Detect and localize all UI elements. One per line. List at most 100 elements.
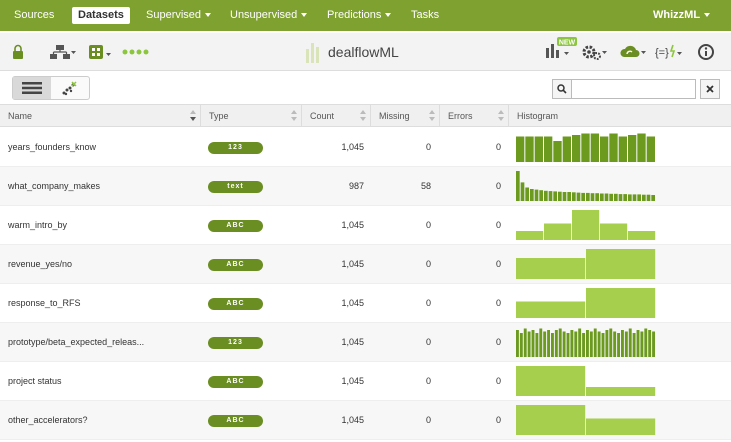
nav-sources[interactable]: Sources	[12, 7, 56, 24]
histogram-svg	[516, 171, 655, 201]
nav-supervised[interactable]: Supervised	[144, 7, 213, 24]
histogram-bar	[553, 191, 557, 201]
table-row[interactable]: response_to_RFS ABC 1,045 0 0	[0, 284, 731, 323]
count-value: 987	[348, 181, 364, 191]
search-input[interactable]	[572, 79, 696, 99]
histogram-bar	[534, 136, 543, 162]
field-name[interactable]: warm_intro_by	[8, 206, 198, 245]
nav-datasets[interactable]: Datasets	[72, 7, 130, 24]
column-header-name[interactable]: Name	[0, 105, 201, 127]
formula-icon[interactable]: {=}	[654, 43, 684, 61]
whizzml-menu[interactable]: WhizzML	[651, 7, 712, 24]
table-row[interactable]: what_company_makes text 987 58 0	[0, 167, 731, 206]
source-icon[interactable]	[88, 43, 114, 61]
table-row[interactable]: years_founders_know 123 1,045 0 0	[0, 128, 731, 167]
histogram[interactable]	[516, 366, 656, 396]
histogram-bar	[628, 328, 632, 357]
scatter-view-button[interactable]	[51, 77, 89, 99]
count-value: 1,045	[341, 337, 364, 347]
type-badge: ABC	[208, 376, 263, 388]
nav-tasks[interactable]: Tasks	[409, 7, 441, 24]
count-value: 1,045	[341, 142, 364, 152]
nav-predictions[interactable]: Predictions	[325, 7, 393, 24]
search-button[interactable]	[552, 79, 572, 99]
field-name[interactable]: revenue_yes/no	[8, 245, 198, 284]
gears-icon[interactable]	[582, 43, 608, 61]
histogram-bar	[640, 331, 644, 357]
histogram-bar	[562, 192, 567, 201]
errors-value: 0	[495, 220, 501, 230]
field-name[interactable]: what_company_makes	[8, 167, 198, 206]
chevron-down-icon	[301, 13, 308, 18]
histogram[interactable]	[516, 405, 656, 435]
type-badge: ABC	[208, 298, 263, 310]
table-row[interactable]: other_accelerators? ABC 1,045 0 0	[0, 401, 731, 440]
histogram-bar	[516, 366, 586, 396]
count-value: 1,045	[341, 376, 364, 386]
column-header-label: Count	[310, 111, 335, 121]
table-row[interactable]: prototype/beta_expected_releas... 123 1,…	[0, 323, 731, 362]
nav-predictions-label: Predictions	[327, 9, 382, 21]
dataset-title: dealflowML	[306, 41, 399, 63]
histogram-bar	[539, 190, 543, 201]
histogram-bar	[554, 330, 558, 357]
field-name[interactable]: years_founders_know	[8, 128, 198, 167]
histogram-bar	[644, 328, 648, 357]
lock-icon[interactable]	[12, 43, 24, 61]
type-badge: 123	[208, 337, 263, 349]
column-header-label: Type	[209, 111, 229, 121]
histogram-bar	[637, 133, 646, 162]
column-header-label: Histogram	[517, 111, 559, 121]
histogram-bar	[617, 333, 620, 357]
histogram-bar	[646, 194, 651, 201]
column-header-label: Errors	[448, 111, 473, 121]
chevron-down-icon	[205, 13, 212, 18]
nav-unsupervised[interactable]: Unsupervised	[228, 7, 309, 24]
histogram[interactable]	[516, 327, 656, 357]
network-icon[interactable]	[50, 43, 76, 61]
search-icon	[557, 84, 567, 94]
histogram-bar	[597, 331, 601, 357]
column-header-type[interactable]: Type	[201, 105, 302, 127]
histogram-bar	[576, 192, 581, 201]
histogram-bar	[604, 193, 609, 201]
field-name[interactable]: project status	[8, 362, 198, 401]
histogram-bar	[581, 192, 585, 201]
histogram[interactable]	[516, 132, 656, 162]
histogram-bar	[628, 194, 632, 201]
histogram-bar	[525, 136, 534, 162]
field-name[interactable]: prototype/beta_expected_releas...	[8, 323, 198, 362]
histogram-svg	[516, 210, 656, 240]
histogram-bar	[523, 328, 527, 357]
histogram[interactable]	[516, 249, 656, 279]
table-row[interactable]: revenue_yes/no ABC 1,045 0 0	[0, 245, 731, 284]
histogram-bar	[624, 331, 628, 357]
column-header-count[interactable]: Count	[302, 105, 371, 127]
dots-icon	[122, 43, 152, 61]
histogram-bar	[628, 231, 656, 240]
histogram-bar	[628, 135, 637, 162]
cloud-icon[interactable]	[620, 43, 648, 61]
type-badge: ABC	[208, 220, 263, 232]
histogram[interactable]	[516, 210, 656, 240]
table-row[interactable]: project status ABC 1,045 0 0	[0, 362, 731, 401]
info-icon[interactable]	[698, 43, 714, 61]
histogram-bar	[642, 194, 646, 201]
field-name[interactable]: other_accelerators?	[8, 401, 198, 440]
dataset-toolbar: dealflowML NEW {=}	[0, 33, 731, 71]
histogram[interactable]	[516, 171, 656, 201]
new-badge: NEW	[559, 40, 576, 47]
histogram-bar	[516, 171, 520, 201]
histogram[interactable]	[516, 288, 656, 318]
column-header-label: Name	[8, 111, 33, 121]
column-header-errors[interactable]: Errors	[440, 105, 509, 127]
list-view-button[interactable]	[13, 77, 51, 99]
histogram-svg	[516, 405, 656, 435]
histogram-bar	[593, 328, 597, 357]
column-header-missing[interactable]: Missing	[371, 105, 440, 127]
new-chart-icon[interactable]: NEW	[544, 37, 578, 58]
field-name[interactable]: response_to_RFS	[8, 284, 198, 323]
table-row[interactable]: warm_intro_by ABC 1,045 0 0	[0, 206, 731, 245]
clear-search-button[interactable]	[700, 79, 720, 99]
list-icon	[22, 82, 42, 94]
